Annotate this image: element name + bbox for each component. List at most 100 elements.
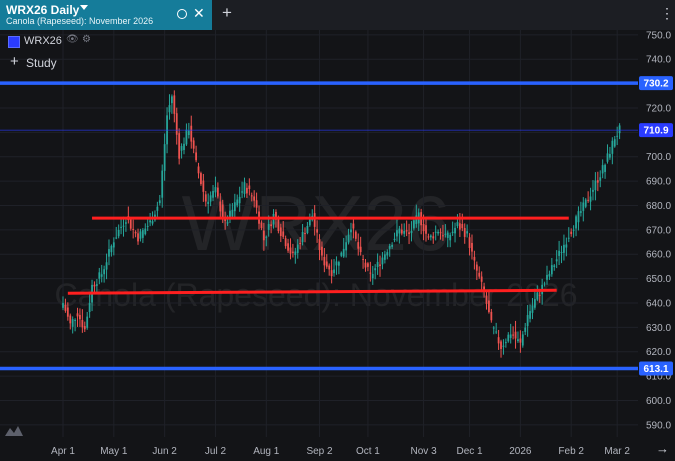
candle-body [62, 303, 64, 308]
candle [563, 234, 565, 261]
candle [466, 224, 469, 238]
price-badge-label: 613.1 [643, 364, 668, 375]
candle-body [318, 239, 321, 251]
candle [611, 137, 614, 165]
candle [584, 198, 587, 209]
candle-body [398, 228, 401, 234]
candle [175, 107, 178, 145]
barchart-logo-icon [5, 426, 23, 436]
time-axis[interactable]: Apr 1 May 1 Jun 2 Jul 2 Aug 1 Sep 2 Oct 1 Nov 3… [51, 446, 630, 457]
price-tick-label: 640.0 [646, 298, 671, 309]
candle [565, 237, 568, 257]
candle-body [403, 230, 406, 234]
candle [594, 172, 597, 201]
candle-body [514, 331, 517, 339]
tab-dropdown-icon[interactable] [80, 5, 88, 10]
candle-body [432, 236, 435, 239]
candle-body [108, 249, 110, 257]
candle-body [141, 230, 144, 238]
candle [156, 201, 159, 218]
price-tick-label: 690.0 [646, 177, 671, 188]
candle-body [536, 292, 539, 300]
candle-body [521, 334, 524, 346]
candle-body [446, 232, 449, 238]
candle-body [347, 234, 350, 243]
candle [144, 223, 147, 236]
price-tick-label: 740.0 [646, 55, 671, 66]
gear-icon[interactable]: ⚙ [82, 34, 91, 45]
candle [504, 338, 507, 348]
go-to-realtime-icon[interactable]: → [656, 442, 669, 456]
candle-body [379, 264, 381, 266]
more-menu-icon[interactable]: ⋮ [660, 6, 674, 20]
candle [497, 329, 500, 350]
candle [112, 237, 115, 256]
candle-body [451, 231, 454, 234]
candle [512, 326, 515, 340]
legend-symbol: WRX26 [24, 35, 62, 47]
candle [141, 228, 144, 244]
candle-body [243, 182, 246, 194]
candle [500, 339, 502, 358]
chart-tab[interactable]: WRX26 Daily Canola (Rapeseed): November … [0, 0, 212, 30]
candle [609, 146, 611, 160]
price-axis[interactable]: 590.0600.0610.0620.0630.0640.0650.0660.0… [638, 30, 675, 437]
candle-body [66, 307, 69, 317]
candle [134, 230, 137, 238]
circle-icon[interactable] [177, 9, 187, 19]
candle [171, 94, 173, 114]
candle-body [204, 194, 207, 202]
candle-body [413, 220, 415, 229]
price-tick-label: 630.0 [646, 323, 671, 334]
time-tick-label: Sep 2 [306, 446, 333, 457]
candle [108, 239, 110, 266]
candle-body [383, 254, 386, 260]
candle-body [323, 256, 326, 266]
candle [154, 210, 156, 222]
candle-body [316, 229, 318, 233]
candle [521, 331, 524, 348]
series-color-swatch[interactable] [8, 36, 20, 48]
candle-body [279, 227, 282, 236]
candle-body [304, 233, 306, 235]
candle [451, 221, 454, 236]
candle-body [512, 334, 515, 336]
candle-body [212, 191, 214, 198]
candle-body [437, 231, 439, 234]
candle-body [185, 129, 188, 145]
price-chart[interactable]: WRX26 Canola (Rapeseed): November 2026 5… [0, 30, 675, 461]
candle-body [137, 233, 139, 242]
candle-body [86, 316, 89, 328]
candle-body [265, 236, 268, 238]
candle-body [139, 231, 142, 239]
candle-body [485, 295, 488, 304]
candle-body [604, 164, 606, 172]
candle-body [577, 211, 580, 223]
candle-body [333, 269, 335, 274]
candle-body [301, 231, 304, 243]
eye-icon[interactable]: 👁 [66, 34, 79, 45]
plus-icon: + [10, 53, 19, 70]
price-badge-label: 730.2 [643, 79, 668, 90]
candle-body [76, 313, 79, 317]
add-tab-icon[interactable]: + [222, 4, 232, 22]
candle-body [325, 261, 328, 267]
candle-body [381, 257, 384, 265]
candle-body [565, 244, 568, 248]
candle [572, 225, 575, 238]
candle-body [456, 222, 459, 227]
time-tick-label: May 1 [100, 446, 128, 457]
candle [115, 226, 118, 240]
candle-body [500, 341, 502, 349]
candle-body [596, 180, 599, 183]
candle-body [294, 251, 297, 255]
candle-body [171, 96, 173, 104]
candle [190, 115, 193, 149]
candle-body [352, 223, 355, 229]
candle-body [146, 225, 149, 227]
close-icon[interactable]: ✕ [193, 5, 205, 21]
candle-body [471, 242, 473, 252]
candle-body [103, 269, 106, 275]
candle [185, 123, 188, 146]
candle [367, 262, 369, 272]
